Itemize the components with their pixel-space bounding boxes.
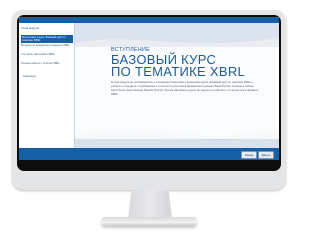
- sidebar-item-xbrl-questions[interactable]: Вопросы по внедрению стандарта XBRL: [21, 44, 72, 47]
- sidebar: Тема модуля Вступление в курс. Базовый к…: [19, 23, 75, 160]
- sidebar-item-report[interactable]: Основы работы с отчетом XBRL: [21, 62, 72, 65]
- slide-description: В этом модуле вы познакомитесь с основны…: [111, 81, 259, 96]
- monitor-stand-base: [101, 217, 197, 226]
- course-screen: Тема модуля Вступление в курс. Базовый к…: [19, 17, 279, 160]
- sidebar-footer: Навигация: [23, 75, 36, 78]
- slide-title-line-2: ПО ТЕМАТИКЕ XBRL: [111, 64, 246, 79]
- monitor-stand-neck: [128, 190, 172, 218]
- next-button[interactable]: Далее: [258, 151, 274, 159]
- prev-button[interactable]: Назад: [241, 151, 257, 159]
- sidebar-item-intro[interactable]: Вступление в курс. Базовый курс по темат…: [21, 35, 73, 43]
- sidebar-item-taxonomy[interactable]: Что такое таксономия XBRL: [21, 53, 72, 56]
- sidebar-header: Тема модуля: [21, 26, 40, 30]
- slide-area: ВСТУПЛЕНИЕ БАЗОВЫЙ КУРС ПО ТЕМАТИКЕ XBRL…: [75, 23, 279, 148]
- slide-title: БАЗОВЫЙ КУРС ПО ТЕМАТИКЕ XBRL: [111, 53, 246, 79]
- bottom-bar: Назад Далее: [19, 148, 279, 160]
